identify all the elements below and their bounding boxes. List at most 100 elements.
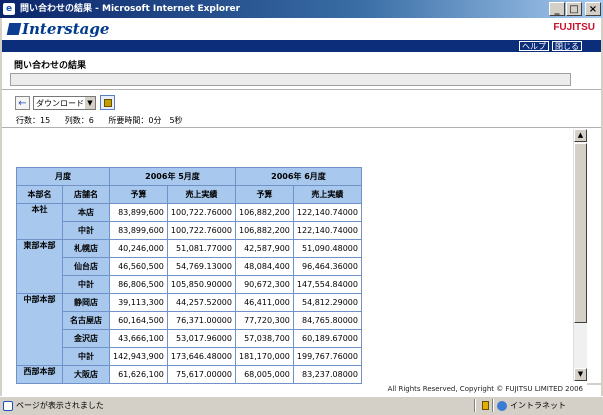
table-row: 金沢店 43,666,100 53,017.96000 57,038,700 60,18… <box>17 330 361 347</box>
store-cell: 中計 <box>63 276 109 293</box>
table-row: 中部本部 静岡店 39,113,300 44,257.52000 46,411,000 5… <box>17 294 361 365</box>
budget6-cell: 48,084,400 <box>235 258 293 275</box>
interstage-logo: Interstage <box>6 20 109 38</box>
minimize-button[interactable]: _ <box>549 2 565 16</box>
budget5-header: 予算 <box>110 186 167 203</box>
budget6-cell: 57,038,700 <box>235 330 293 347</box>
lock-icon <box>482 401 489 410</box>
elapsed-time: 所要時間：0分 5秒 <box>108 116 183 125</box>
store-cell: 中計 <box>63 222 109 239</box>
close-window-button[interactable]: × <box>585 2 601 16</box>
sales6-cell: 83,237.08000 <box>293 366 361 383</box>
budget6-cell: 181,170,000 <box>235 348 293 365</box>
sales5-cell: 100,722.76000 <box>167 204 235 221</box>
triangle-down-icon: ▼ <box>577 370 584 378</box>
budget5-cell: 142,943,900 <box>110 348 167 365</box>
zone-text: イントラネット <box>510 401 566 410</box>
budget6-cell: 106,882,200 <box>235 204 293 221</box>
dept-cell: 中部本部 <box>17 294 62 365</box>
sales5-cell: 100,722.76000 <box>167 222 235 239</box>
month-header: 月度 <box>17 168 109 185</box>
save-button[interactable] <box>100 95 115 110</box>
ie-icon: e <box>3 3 15 15</box>
download-select[interactable]: ダウンロード ▼ <box>33 96 96 110</box>
store-cell: 札幌店 <box>63 240 109 257</box>
sales5-cell: 44,257.52000 <box>167 294 235 311</box>
chevron-down-icon: ▼ <box>85 97 95 109</box>
sales6-cell: 51,090.48000 <box>293 240 361 257</box>
arrow-left-icon: ← <box>18 98 27 109</box>
result-meta: 行数：15 列数：6 所要時間：0分 5秒 <box>16 115 195 126</box>
sales6-cell: 84,765.80000 <box>293 312 361 329</box>
floppy-disk-icon <box>104 99 112 107</box>
scroll-up-button[interactable]: ▲ <box>574 129 587 142</box>
scroll-down-button[interactable]: ▼ <box>574 368 587 381</box>
table-row: 東部本部 札幌店 40,246,000 51,081.77000 42,587,900 5… <box>17 240 361 293</box>
table-row: 本社 本店 83,899,600 100,722.76000 106,882,200 12… <box>17 204 361 239</box>
table-row: 仙台店 46,560,500 54,769.13000 48,084,400 96,46… <box>17 258 361 275</box>
budget6-header: 予算 <box>235 186 293 203</box>
dept-cell: 西部本部 <box>17 366 62 383</box>
budget6-cell: 106,882,200 <box>235 222 293 239</box>
status-bar: ページが表示されました イントラネット <box>0 396 603 415</box>
app-banner: Interstage FUJITSU <box>2 18 601 40</box>
divider <box>2 89 601 90</box>
table-row: 中計 83,899,600 100,722.76000 106,882,200 122,… <box>17 222 361 239</box>
budget6-cell: 46,411,000 <box>235 294 293 311</box>
row-count: 行数：15 <box>16 116 51 125</box>
dept-header: 本部名 <box>17 186 62 203</box>
maximize-button[interactable]: □ <box>566 2 582 16</box>
sales6-cell: 147,554.84000 <box>293 276 361 293</box>
sales6-cell: 122,140.74000 <box>293 204 361 221</box>
status-divider <box>492 399 494 412</box>
budget6-cell: 42,587,900 <box>235 240 293 257</box>
sales6-cell: 60,189.67000 <box>293 330 361 347</box>
nav-bar: ヘルプ 閉じる <box>2 40 601 52</box>
dept-cell: 本社 <box>17 204 62 239</box>
result-scroll-area[interactable]: 月度 2006年 5月度 2006年 6月度 本部名 店舗名 予算 売上実績 予… <box>2 128 587 390</box>
help-button[interactable]: ヘルプ <box>519 41 549 51</box>
period1-header: 2006年 5月度 <box>110 168 235 185</box>
period2-header: 2006年 6月度 <box>235 168 361 185</box>
table-header-row: 本部名 店舗名 予算 売上実績 予算 売上実績 <box>17 186 361 203</box>
close-page-button[interactable]: 閉じる <box>552 41 582 51</box>
sales5-header: 売上実績 <box>167 186 235 203</box>
progress-bar <box>10 73 571 86</box>
sales6-cell: 96,464.36000 <box>293 258 361 275</box>
budget5-cell: 46,560,500 <box>110 258 167 275</box>
sales6-cell: 199,767.76000 <box>293 348 361 365</box>
budget5-cell: 60,164,500 <box>110 312 167 329</box>
back-button[interactable]: ← <box>15 96 30 110</box>
page-title: 問い合わせの結果 <box>14 61 87 71</box>
dept-cell: 東部本部 <box>17 240 62 293</box>
sales6-cell: 122,140.74000 <box>293 222 361 239</box>
budget5-cell: 61,626,100 <box>110 366 167 383</box>
table-row: 西部本部 大阪店 61,626,100 75,617.00000 68,005,000 8… <box>17 366 361 383</box>
page-icon <box>3 401 13 411</box>
store-cell: 静岡店 <box>63 294 109 311</box>
budget6-cell: 77,720,300 <box>235 312 293 329</box>
table-row: 中計 142,943,900 173,646.48000 181,170,000 199… <box>17 348 361 365</box>
store-cell: 名古屋店 <box>63 312 109 329</box>
status-text: ページが表示されました <box>16 401 104 410</box>
store-cell: 中計 <box>63 348 109 365</box>
sales6-header: 売上実績 <box>293 186 361 203</box>
sales5-cell: 76,371.00000 <box>167 312 235 329</box>
budget5-cell: 86,806,500 <box>110 276 167 293</box>
sales5-cell: 54,769.13000 <box>167 258 235 275</box>
status-divider <box>474 399 476 412</box>
table-row: 名古屋店 60,164,500 76,371.00000 77,720,300 84,7… <box>17 312 361 329</box>
fujitsu-logo: FUJITSU <box>553 22 595 33</box>
scroll-thumb[interactable] <box>574 143 587 323</box>
sales5-cell: 51,081.77000 <box>167 240 235 257</box>
result-table: 月度 2006年 5月度 2006年 6月度 本部名 店舗名 予算 売上実績 予… <box>16 167 362 384</box>
intranet-zone-icon <box>497 401 507 411</box>
download-select-value: ダウンロード <box>36 99 84 108</box>
window-controls: _ □ × <box>549 2 601 16</box>
vertical-scrollbar[interactable]: ▲ ▼ <box>573 129 587 381</box>
sales5-cell: 173,646.48000 <box>167 348 235 365</box>
budget6-cell: 90,672,300 <box>235 276 293 293</box>
window-title: 問い合わせの結果 - Microsoft Internet Explorer <box>20 4 241 14</box>
budget5-cell: 83,899,600 <box>110 222 167 239</box>
sales5-cell: 75,617.00000 <box>167 366 235 383</box>
